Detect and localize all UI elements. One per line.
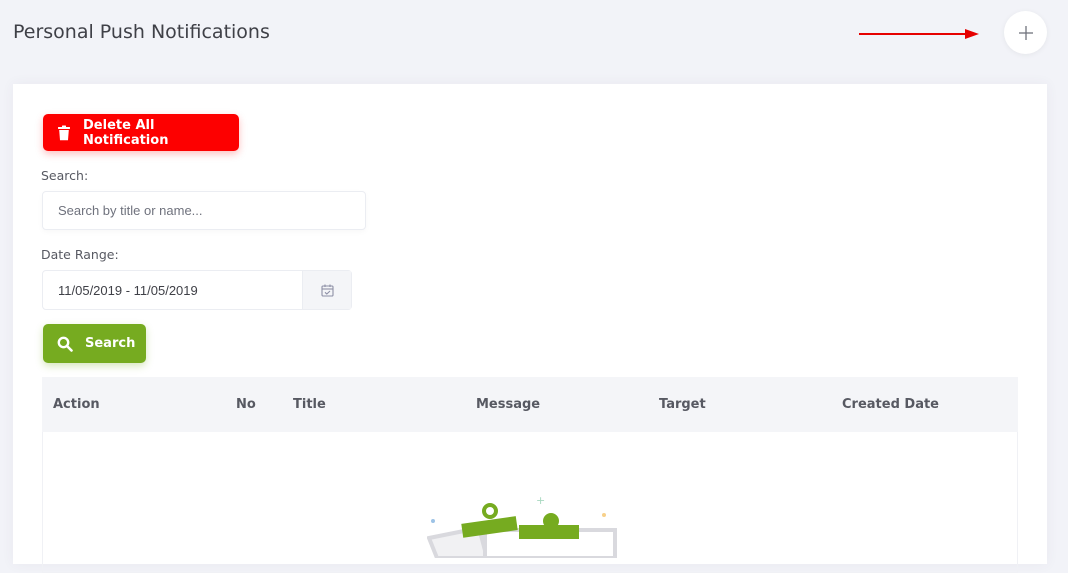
search-button[interactable]: Search <box>43 324 146 363</box>
search-button-label: Search <box>85 336 136 351</box>
add-notification-button[interactable] <box>1004 11 1047 54</box>
search-icon <box>57 336 73 352</box>
delete-all-notification-button[interactable]: Delete All Notification <box>43 114 239 151</box>
date-range-input[interactable] <box>43 271 302 309</box>
page-title: Personal Push Notifications <box>13 21 270 43</box>
search-label: Search: <box>41 168 89 183</box>
column-header-no[interactable]: No <box>236 397 256 412</box>
calendar-icon <box>320 284 334 297</box>
table-header: Action No Title Message Target Created D… <box>42 377 1018 432</box>
date-range-picker <box>42 270 352 310</box>
svg-text:+: + <box>536 494 545 507</box>
delete-all-label: Delete All Notification <box>83 117 169 148</box>
trash-icon <box>57 125 71 141</box>
table-body-empty: + <box>42 432 1018 573</box>
column-header-message[interactable]: Message <box>476 397 540 412</box>
column-header-title[interactable]: Title <box>293 397 326 412</box>
calendar-button[interactable] <box>302 271 351 309</box>
plus-icon <box>1018 25 1033 40</box>
red-arrow-annotation <box>859 29 979 39</box>
search-input[interactable] <box>42 191 366 230</box>
column-header-action[interactable]: Action <box>53 397 100 412</box>
notifications-card: Delete All Notification Search: Date Ran… <box>13 84 1047 573</box>
column-header-created-date[interactable]: Created Date <box>842 397 939 412</box>
column-header-target[interactable]: Target <box>659 397 706 412</box>
date-range-label: Date Range: <box>41 247 119 262</box>
